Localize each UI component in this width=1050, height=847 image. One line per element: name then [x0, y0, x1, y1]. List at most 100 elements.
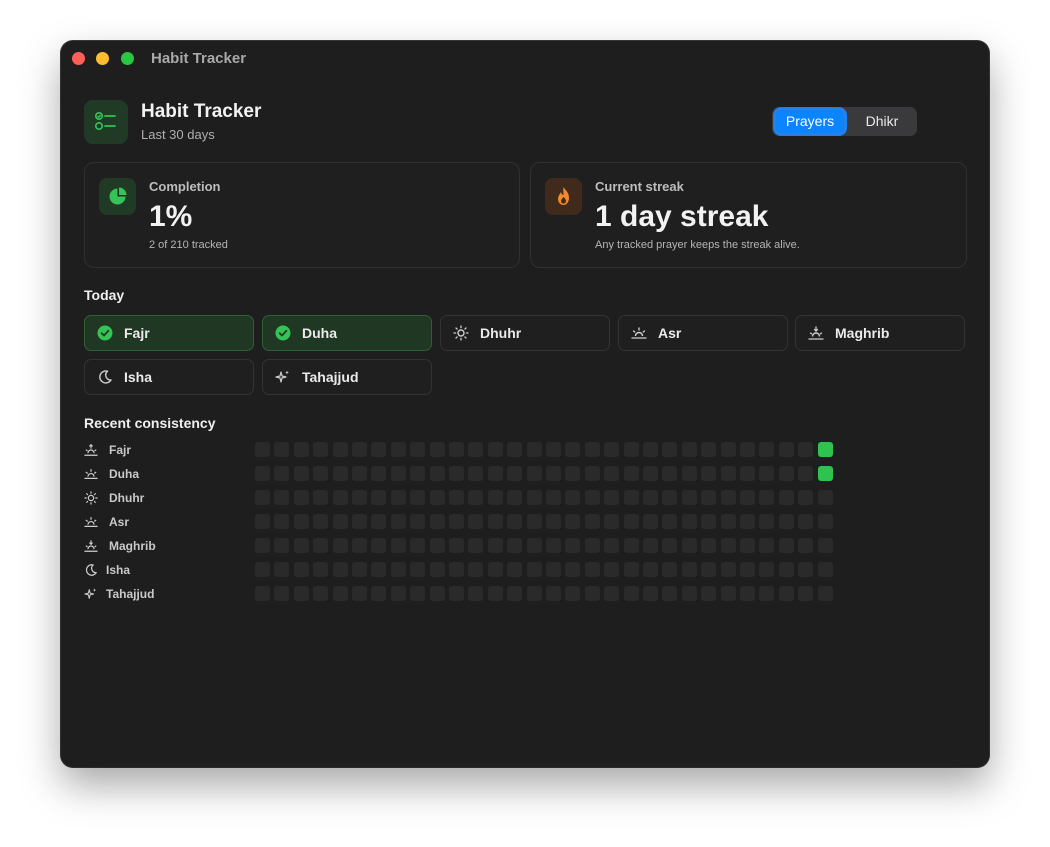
- today-maghrib-button[interactable]: Maghrib: [795, 315, 965, 351]
- day-cell: [390, 538, 406, 553]
- day-cell: [701, 490, 717, 505]
- check-circle-icon: [97, 325, 113, 341]
- pie-chart-icon: [99, 178, 136, 215]
- day-cell: [643, 562, 658, 577]
- day-cell: [662, 490, 678, 505]
- window-title: Habit Tracker: [151, 50, 247, 67]
- day-cell: [662, 442, 678, 457]
- title-bar: Habit Tracker: [61, 41, 989, 77]
- today-item-label: Dhuhr: [480, 325, 522, 341]
- sun-low-icon: [631, 325, 647, 341]
- day-cell: [701, 514, 717, 529]
- day-cell: [604, 538, 620, 553]
- day-cell: [468, 586, 484, 601]
- today-duha-button[interactable]: Duha: [262, 315, 432, 351]
- day-cell: [817, 466, 833, 481]
- today-item-label: Maghrib: [835, 325, 890, 341]
- day-cell: [371, 586, 387, 601]
- day-cell: [778, 586, 794, 601]
- day-cell: [487, 514, 503, 529]
- day-cell: [332, 538, 348, 553]
- today-asr-button[interactable]: Asr: [618, 315, 788, 351]
- segment-prayers[interactable]: Prayers: [774, 108, 846, 135]
- day-cell: [720, 490, 736, 505]
- day-cell: [623, 442, 639, 457]
- day-cell: [293, 466, 309, 481]
- today-fajr-button[interactable]: Fajr: [84, 315, 254, 351]
- day-cell: [352, 586, 367, 601]
- day-cell: [817, 586, 833, 601]
- today-isha-button[interactable]: Isha: [84, 359, 254, 395]
- day-cell: [468, 538, 484, 553]
- day-cell: [390, 562, 406, 577]
- day-cell: [313, 586, 329, 601]
- day-cell: [352, 490, 367, 505]
- consistency-row-label: Isha: [106, 563, 131, 577]
- day-cell: [584, 586, 600, 601]
- day-cell: [468, 514, 484, 529]
- day-cell: [526, 466, 542, 481]
- day-cell: [546, 586, 561, 601]
- sunset-icon: [84, 539, 98, 553]
- today-item-label: Asr: [658, 325, 682, 341]
- today-tahajjud-button[interactable]: Tahajjud: [262, 359, 432, 395]
- day-cell: [313, 562, 329, 577]
- day-cell: [740, 562, 755, 577]
- day-cell: [332, 490, 348, 505]
- day-cell: [371, 442, 387, 457]
- day-cell: [293, 490, 309, 505]
- day-cell: [449, 442, 464, 457]
- day-cell: [759, 562, 775, 577]
- day-cell: [293, 562, 309, 577]
- day-cell: [332, 466, 348, 481]
- check-circle-icon: [275, 325, 291, 341]
- day-cell: [449, 466, 464, 481]
- day-cell: [759, 514, 775, 529]
- day-cell: [526, 562, 542, 577]
- day-cell: [623, 586, 639, 601]
- day-cell: [332, 514, 348, 529]
- day-cell: [390, 466, 406, 481]
- segment-dhikr[interactable]: Dhikr: [850, 107, 914, 136]
- consistency-row-fajr: [255, 442, 835, 457]
- day-cell: [565, 514, 581, 529]
- consistency-row-label: Asr: [109, 515, 130, 529]
- day-cell: [274, 514, 290, 529]
- day-cell: [429, 466, 445, 481]
- day-cell: [371, 538, 387, 553]
- today-item-label: Isha: [124, 369, 153, 385]
- day-cell: [759, 586, 775, 601]
- minimize-window-button[interactable]: [96, 52, 109, 65]
- consistency-row-asr: [255, 514, 835, 529]
- day-cell: [526, 586, 542, 601]
- day-cell: [798, 538, 814, 553]
- day-cell: [662, 586, 678, 601]
- day-cell: [701, 466, 717, 481]
- day-cell: [584, 442, 600, 457]
- day-cell: [468, 442, 484, 457]
- day-cell: [565, 490, 581, 505]
- day-cell: [410, 442, 426, 457]
- day-cell: [701, 442, 717, 457]
- day-cell: [293, 538, 309, 553]
- day-cell: [778, 562, 794, 577]
- day-cell: [623, 538, 639, 553]
- day-cell: [410, 466, 426, 481]
- day-cell: [798, 442, 814, 457]
- day-cell: [701, 586, 717, 601]
- today-dhuhr-button[interactable]: Dhuhr: [440, 315, 610, 351]
- day-cell: [778, 466, 794, 481]
- day-cell: [720, 562, 736, 577]
- day-cell: [604, 586, 620, 601]
- day-cell: [604, 466, 620, 481]
- consistency-row-label: Dhuhr: [109, 491, 145, 505]
- day-cell: [293, 442, 309, 457]
- day-cell: [449, 562, 464, 577]
- close-window-button[interactable]: [72, 52, 85, 65]
- day-cell: [255, 538, 270, 553]
- app-window: Habit Tracker Habit Tracker Last 30 days…: [61, 41, 989, 767]
- day-cell: [643, 466, 658, 481]
- day-cell: [798, 586, 814, 601]
- day-cell: [468, 562, 484, 577]
- zoom-window-button[interactable]: [121, 52, 134, 65]
